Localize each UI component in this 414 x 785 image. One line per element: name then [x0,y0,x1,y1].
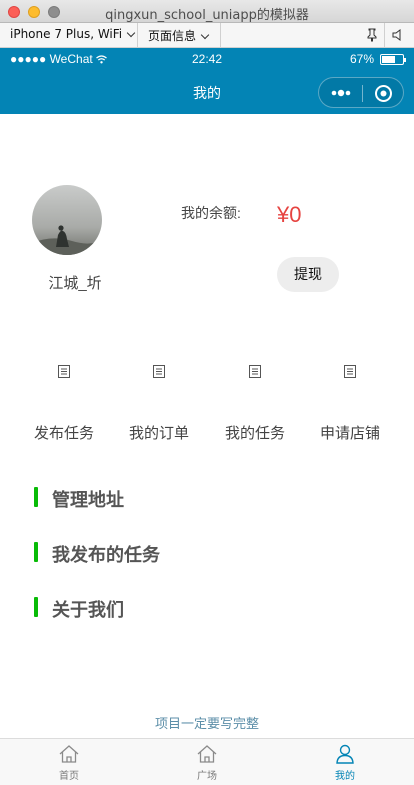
withdraw-button[interactable]: 提现 [277,257,339,292]
user-icon [336,744,354,764]
quick-action-label: 申请店铺 [319,425,380,442]
simulator-toolbar: iPhone 7 Plus, WiFi 页面信息 [0,23,414,48]
tab-label: 我的 [335,771,355,782]
window-title: qingxun_school_uniapp的模拟器 [105,8,309,23]
close-miniprogram-icon[interactable] [374,84,393,103]
toolbar-divider [137,23,138,47]
document-icon [249,365,261,378]
speaker-icon[interactable] [391,28,403,42]
pin-icon[interactable] [366,28,378,42]
avatar[interactable] [32,185,102,255]
avatar-image [32,185,102,255]
tab-bar: 首页 广场 我的 [0,738,414,785]
device-selector-label: iPhone 7 Plus, WiFi [10,27,123,41]
device-selector[interactable]: iPhone 7 Plus, WiFi [10,27,136,41]
tab-square[interactable]: 广场 [138,743,276,782]
window-titlebar: qingxun_school_uniapp的模拟器 [0,0,414,23]
phone-status-bar: ●●●●● WeChat 22:42 67% [0,48,414,70]
tab-label: 首页 [59,771,79,782]
nav-bar: 我的 [0,70,414,114]
menu-item-label: 关于我们 [52,600,124,620]
balance-label: 我的余额: [181,205,241,221]
quick-action-my-orders[interactable]: 我的订单 [114,365,204,443]
username: 江城_圻 [48,275,102,292]
toolbar-divider [220,23,221,47]
menu-item-label: 我发布的任务 [52,545,160,565]
quick-action-label: 我的订单 [128,425,189,442]
quick-action-publish-task[interactable]: 发布任务 [19,365,109,443]
menu-accent-bar [34,542,38,562]
more-options-icon[interactable] [329,83,353,103]
menu-item-label: 管理地址 [52,490,124,510]
home-icon [59,745,79,763]
menu-accent-bar [34,487,38,507]
chevron-down-icon [126,28,136,38]
page-info-label: 页面信息 [148,29,197,43]
menu-accent-bar [34,597,38,617]
quick-action-my-tasks[interactable]: 我的任务 [210,365,300,443]
tab-home[interactable]: 首页 [0,743,138,782]
battery-level [382,56,396,63]
toolbar-divider [384,23,385,47]
battery-percent: 67% [349,52,374,66]
quick-action-label: 发布任务 [33,425,94,442]
miniprogram-capsule [318,77,404,108]
quick-action-apply-shop[interactable]: 申请店铺 [305,365,395,443]
document-icon [58,365,70,378]
chevron-down-icon [200,30,210,40]
tab-mine[interactable]: 我的 [276,743,414,782]
balance-value: ¥0 [277,202,302,227]
document-icon [344,365,356,378]
document-icon [153,365,165,378]
capsule-divider [362,85,363,102]
tab-label: 广场 [197,771,217,782]
page-info-selector[interactable]: 页面信息 [148,27,210,44]
battery-icon [380,54,406,65]
home-icon [197,745,217,763]
footer-note: 项目一定要写完整 [154,716,259,731]
quick-action-label: 我的任务 [224,425,285,442]
